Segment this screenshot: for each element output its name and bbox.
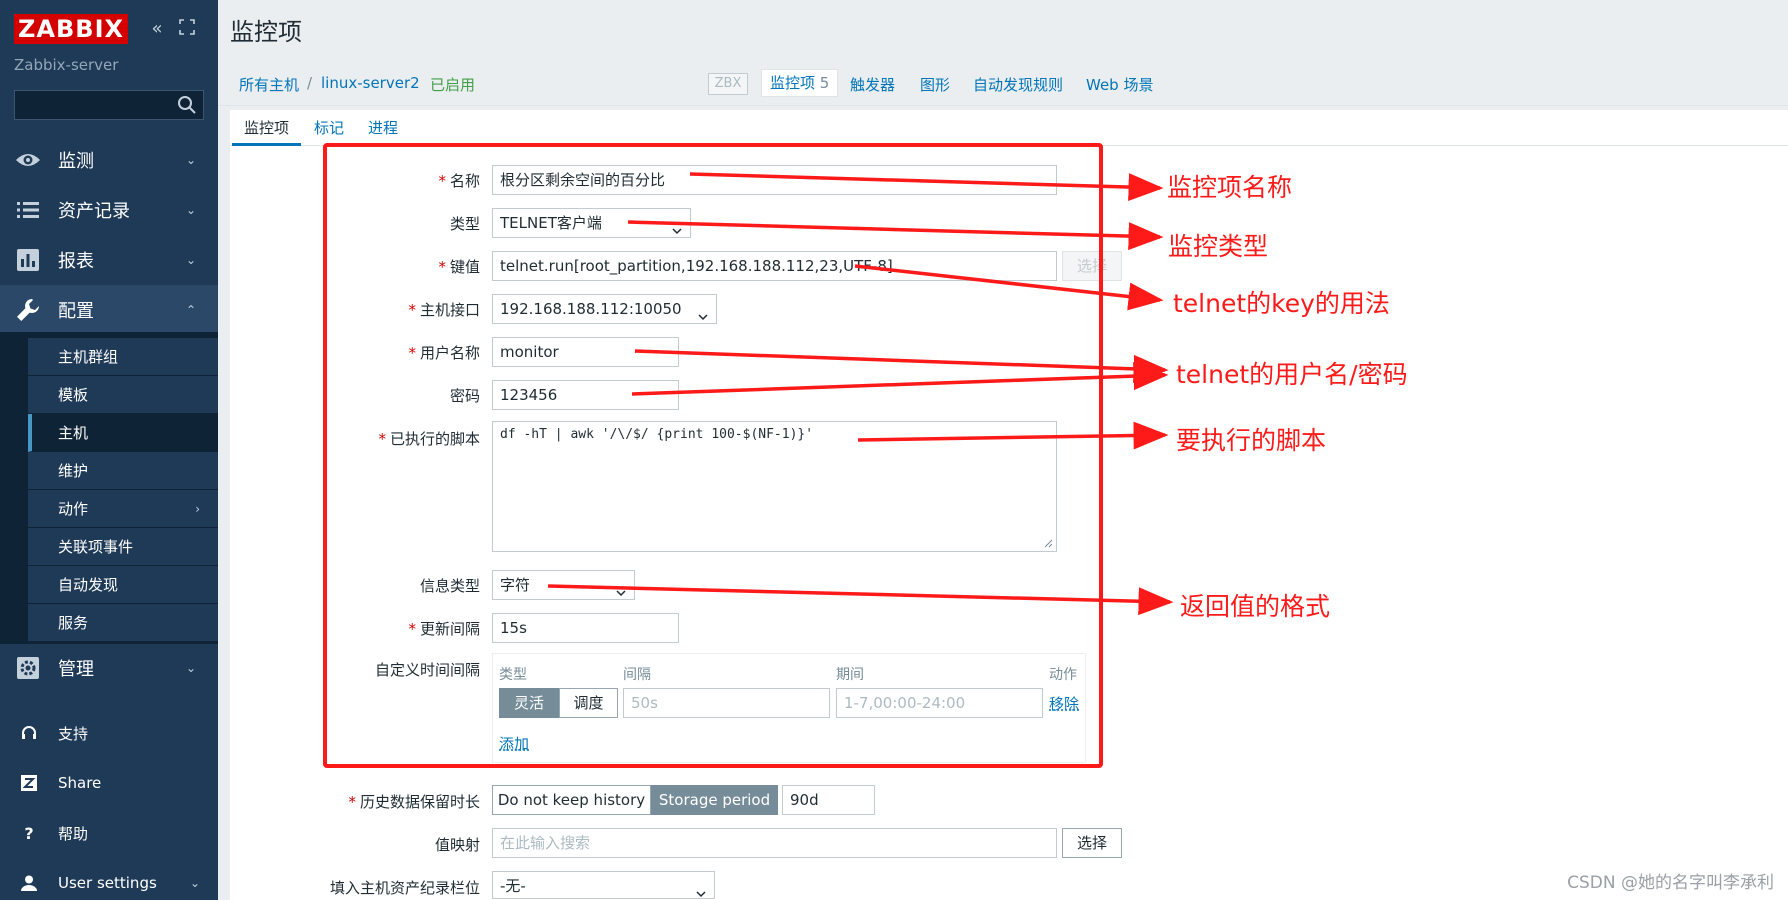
csdn-watermark: CSDN @她的名字叫李承利 bbox=[1567, 873, 1774, 893]
arrow-name bbox=[689, 172, 1164, 202]
arrow-key bbox=[854, 264, 1164, 311]
arrow-password bbox=[631, 362, 1169, 396]
arrow-type bbox=[627, 220, 1164, 251]
arrow-username bbox=[634, 349, 1169, 383]
annotation-arrows bbox=[547, 172, 1174, 616]
annotation-item-name: 监控项名称 bbox=[1167, 173, 1293, 202]
arrow-format bbox=[547, 584, 1174, 616]
annotation-telnet-credentials: telnet的用户名/密码 bbox=[1176, 360, 1408, 389]
annotation-monitor-type: 监控类型 bbox=[1168, 232, 1269, 261]
arrow-script bbox=[857, 421, 1169, 450]
annotation-return-format: 返回值的格式 bbox=[1180, 592, 1331, 621]
annotation-telnet-key: telnet的key的用法 bbox=[1173, 289, 1390, 318]
annotation-script: 要执行的脚本 bbox=[1176, 426, 1327, 455]
